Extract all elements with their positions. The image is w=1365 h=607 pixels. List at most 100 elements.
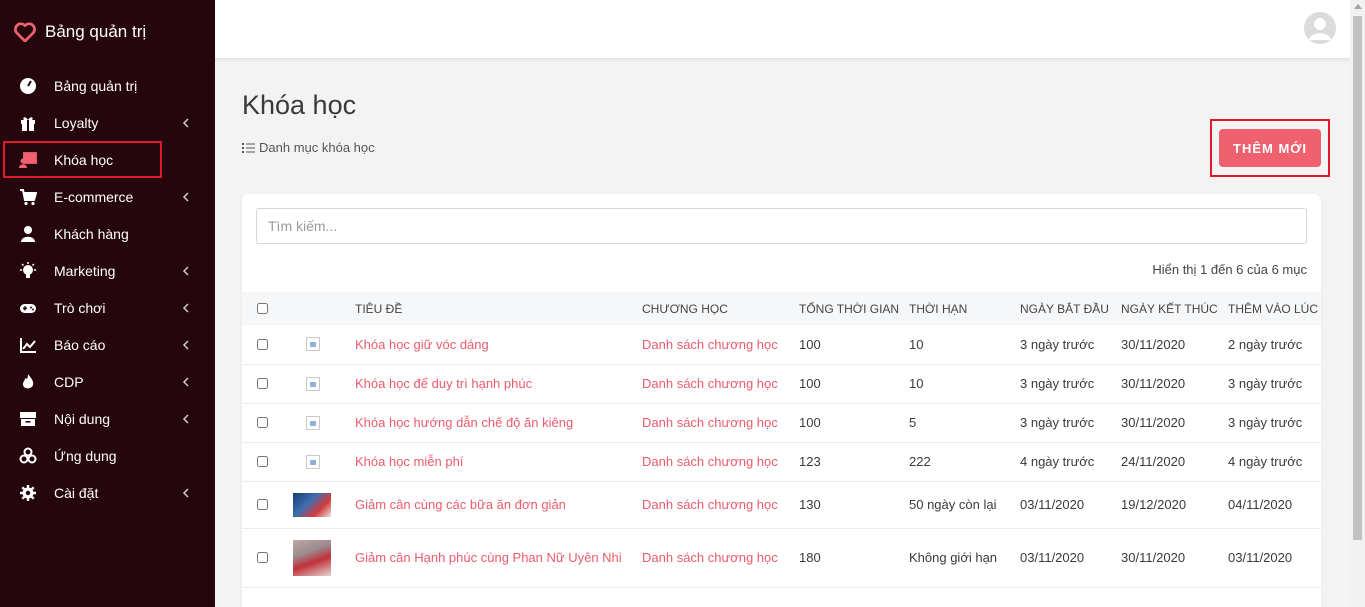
chapters-link[interactable]: Danh sách chương học [642, 337, 778, 352]
courses-table: TIÊU ĐỀ CHƯƠNG HỌC TỔNG THỜI GIAN THỜI H… [242, 292, 1321, 588]
sidebar-item-tro-choi[interactable]: Trò chơi [0, 289, 215, 326]
avatar-user-icon [1304, 12, 1336, 44]
total-time-cell: 100 [799, 376, 821, 391]
scrollbar-thumb[interactable] [1353, 16, 1362, 540]
table-row: Khóa học giữ vóc dáng Danh sách chương h… [242, 325, 1321, 364]
breadcrumb-label: Danh mục khóa học [259, 140, 375, 155]
course-title-link[interactable]: Khóa học hướng dẫn chế độ ăn kiêng [355, 415, 573, 430]
search-input[interactable] [256, 208, 1307, 244]
start-date-cell: 3 ngày trước [1020, 376, 1095, 391]
sidebar-item-ung-dung[interactable]: Ứng dụng [0, 437, 215, 474]
start-date-cell: 03/11/2020 [1020, 550, 1085, 565]
added-at-cell: 03/11/2020 [1228, 550, 1293, 565]
start-date-cell: 3 ngày trước [1020, 336, 1095, 352]
page-title: Khóa học [242, 90, 357, 120]
course-title-link[interactable]: Giảm cân Hạnh phúc cùng Phan Nữ Uyên Nhi [355, 550, 622, 565]
table-header-row: TIÊU ĐỀ CHƯƠNG HỌC TỔNG THỜI GIAN THỜI H… [242, 292, 1321, 325]
end-date-cell: 30/11/2020 [1121, 376, 1186, 391]
course-title-link[interactable]: Khóa học giữ vóc dáng [355, 337, 489, 352]
column-header-added-at[interactable]: THÊM VÀO LÚC [1228, 292, 1321, 325]
thumbnail-cell [293, 528, 355, 587]
course-title-link[interactable]: Giảm cân cùng các bữa ăn đơn giản [355, 497, 566, 512]
sidebar-item-khach-hang[interactable]: Khách hàng [0, 215, 215, 252]
added-at-cell: 04/11/2020 [1228, 497, 1293, 512]
column-header-chapters[interactable]: CHƯƠNG HỌC [642, 292, 799, 325]
sidebar-item-ecommerce[interactable]: E-commerce [0, 178, 215, 215]
cart-icon [19, 188, 37, 206]
broken-image-icon [306, 337, 320, 352]
end-date-cell: 24/11/2020 [1121, 454, 1186, 469]
table-row: Giảm cân cùng các bữa ăn đơn giản Danh s… [242, 481, 1321, 528]
add-new-button[interactable]: THÊM MỚI [1219, 129, 1321, 167]
thumbnail-cell [293, 403, 355, 442]
sidebar-item-marketing[interactable]: Marketing [0, 252, 215, 289]
table-row: Khóa học hướng dẫn chế độ ăn kiêng Danh … [242, 403, 1321, 442]
select-all-checkbox[interactable] [257, 303, 268, 314]
inbox-icon [19, 410, 37, 428]
row-checkbox[interactable] [257, 378, 268, 389]
thumbnail-cell [293, 442, 355, 481]
row-checkbox[interactable] [257, 338, 268, 350]
column-header-duration[interactable]: THỜI HẠN [909, 292, 1020, 325]
courses-card: Hiển thị 1 đến 6 của 6 mục TIÊU ĐỀ CHƯƠN… [242, 194, 1321, 607]
top-bar [215, 0, 1350, 58]
row-checkbox[interactable] [257, 456, 268, 467]
total-time-cell: 123 [799, 454, 821, 469]
sidebar-item-label: Nội dung [54, 410, 111, 427]
breadcrumb[interactable]: Danh mục khóa học [242, 140, 375, 155]
added-at-cell: 4 ngày trước [1228, 454, 1303, 469]
brand[interactable]: Bảng quản trị [14, 20, 146, 44]
chevron-left-icon [181, 190, 191, 202]
sidebar-item-dashboard[interactable]: Bảng quản trị [0, 67, 215, 104]
total-time-cell: 100 [799, 415, 821, 430]
scroll-up-arrow-icon[interactable] [1354, 4, 1362, 9]
added-at-cell: 3 ngày trước [1228, 415, 1303, 430]
duration-cell: Không giới hạn [909, 550, 998, 565]
row-select-cell [242, 528, 293, 587]
user-icon [19, 225, 37, 243]
table-row: Khóa học miễn phí Danh sách chương học 1… [242, 442, 1321, 481]
sidebar-nav: Bảng quản trị Loyalty Khóa học E-commerc… [0, 67, 215, 511]
sidebar-item-loyalty[interactable]: Loyalty [0, 104, 215, 141]
chevron-left-icon [181, 412, 191, 424]
start-date-cell: 3 ngày trước [1020, 415, 1095, 430]
column-header-start-date[interactable]: NGÀY BẮT ĐẦU [1020, 292, 1121, 325]
course-thumbnail-image[interactable] [293, 539, 331, 576]
chart-line-icon [19, 336, 37, 354]
user-avatar[interactable] [1304, 12, 1336, 44]
chapters-link[interactable]: Danh sách chương học [642, 550, 778, 565]
sidebar-item-cai-dat[interactable]: Cài đặt [0, 474, 215, 511]
row-select-cell [242, 364, 293, 403]
chapters-link[interactable]: Danh sách chương học [642, 454, 778, 469]
chapters-link[interactable]: Danh sách chương học [642, 376, 778, 391]
course-title-link[interactable]: Khóa học miễn phí [355, 454, 463, 469]
row-checkbox[interactable] [257, 552, 268, 563]
sidebar-item-label: Khóa học [54, 151, 114, 168]
end-date-cell: 30/11/2020 [1121, 336, 1186, 352]
sidebar-item-bao-cao[interactable]: Báo cáo [0, 326, 215, 363]
column-header-title[interactable]: TIÊU ĐỀ [355, 292, 642, 325]
column-header-end-date[interactable]: NGÀY KẾT THÚC [1121, 292, 1228, 325]
gift-icon [19, 114, 37, 132]
row-checkbox[interactable] [257, 417, 268, 428]
total-time-cell: 100 [799, 336, 821, 352]
add-button-highlight: THÊM MỚI [1210, 119, 1330, 177]
row-checkbox[interactable] [257, 499, 268, 510]
added-at-cell: 3 ngày trước [1228, 376, 1303, 391]
chapters-link[interactable]: Danh sách chương học [642, 497, 778, 512]
course-thumbnail-image[interactable] [293, 492, 331, 517]
page-scrollbar[interactable] [1350, 0, 1365, 607]
course-title-link[interactable]: Khóa học để duy trì hạnh phúc [355, 376, 532, 391]
row-select-cell [242, 481, 293, 528]
broken-image-icon [306, 454, 320, 469]
chevron-left-icon [181, 116, 191, 128]
chapters-link[interactable]: Danh sách chương học [642, 415, 778, 430]
sidebar-item-label: Cài đặt [54, 484, 99, 501]
sidebar-item-label: Marketing [54, 262, 116, 279]
column-header-total-time[interactable]: TỔNG THỜI GIAN [799, 292, 909, 325]
thumbnail-cell [293, 481, 355, 528]
sidebar-item-khoa-hoc[interactable]: Khóa học [3, 141, 162, 178]
sidebar-item-cdp[interactable]: CDP [0, 363, 215, 400]
sidebar-item-label: Ứng dụng [54, 447, 117, 464]
sidebar-item-noi-dung[interactable]: Nội dung [0, 400, 215, 437]
